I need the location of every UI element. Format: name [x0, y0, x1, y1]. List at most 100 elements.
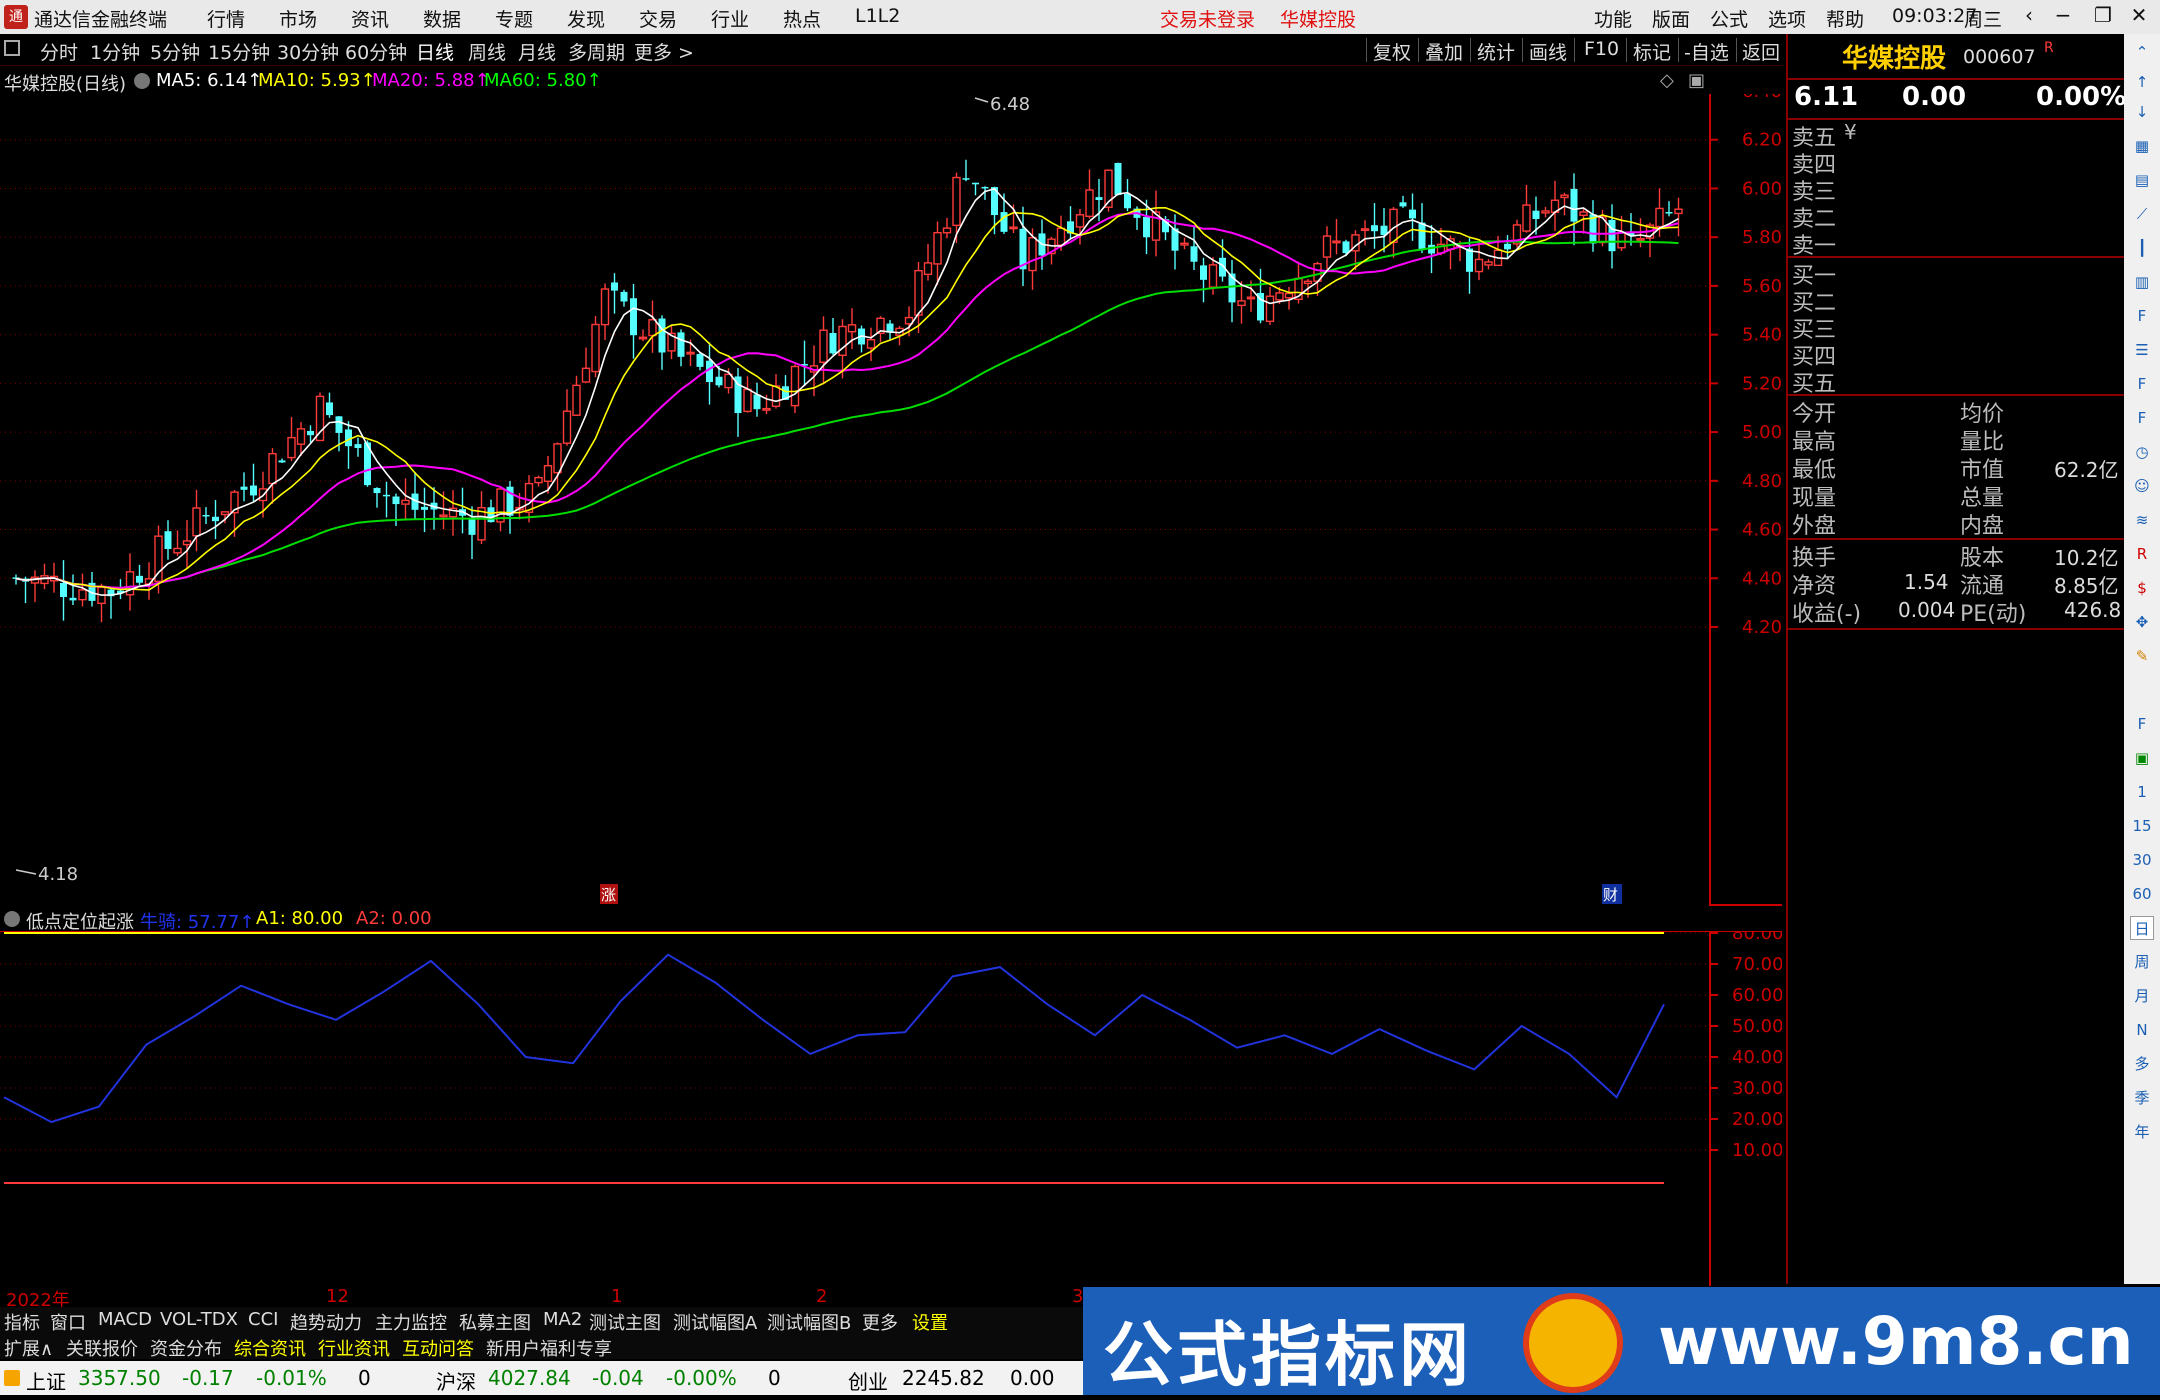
tab-monthly[interactable]: 月线: [518, 38, 556, 65]
tool-huaxian[interactable]: 画线: [1529, 38, 1567, 65]
back-icon[interactable]: ‹: [2014, 3, 2044, 27]
menu-item-shichang[interactable]: 市场: [279, 5, 317, 32]
candlestick-chart[interactable]: 6.40 6.20 6.00 5.80 5.60 5.40 5.20 5.00 4.80 4.60…: [0, 94, 1782, 906]
menu-item-faxian[interactable]: 发现: [567, 5, 605, 32]
fs-icon[interactable]: F: [2130, 712, 2154, 736]
index-sh-name[interactable]: 上证: [26, 1366, 66, 1395]
image-icon[interactable]: ▣: [2130, 746, 2154, 770]
menu-item-hangye[interactable]: 行业: [711, 5, 749, 32]
tab-1min[interactable]: 1分钟: [90, 38, 140, 65]
menu-item-hangqing[interactable]: 行情: [207, 5, 245, 32]
index-hs-name[interactable]: 沪深: [436, 1366, 476, 1395]
status-indicator-icon[interactable]: [4, 1370, 20, 1386]
menu-item-l1l2[interactable]: L1L2: [855, 5, 900, 27]
period-multi[interactable]: 多: [2130, 1052, 2154, 1076]
menu-item-gongshi[interactable]: 公式: [1710, 5, 1748, 32]
tab-more[interactable]: 更多 >: [634, 38, 694, 65]
indicator-settings-icon[interactable]: [4, 911, 20, 927]
tool-f10[interactable]: F10: [1584, 38, 1619, 60]
restore-icon[interactable]: ❐: [2088, 3, 2118, 27]
menu-item-gongneng[interactable]: 功能: [1594, 5, 1632, 32]
tab-60min[interactable]: 60分钟: [345, 38, 407, 65]
f10-icon[interactable]: F: [2130, 304, 2154, 328]
indicator-chart[interactable]: 80.00 70.00 60.00 50.00 40.00 30.00 20.00 10.00: [0, 931, 1782, 1286]
period-60[interactable]: 60: [2130, 882, 2154, 906]
period-year[interactable]: 年: [2130, 1120, 2154, 1144]
tool-fanhui[interactable]: 返回: [1742, 38, 1780, 65]
arrow-down-icon[interactable]: ↓: [2130, 100, 2154, 124]
tab-fenshi[interactable]: 分时: [40, 38, 78, 65]
period-n[interactable]: N: [2130, 1018, 2154, 1042]
tab-macd[interactable]: MACD: [98, 1309, 152, 1330]
period-day[interactable]: 日: [2130, 916, 2154, 940]
tab-zonghe-zixun[interactable]: 综合资讯: [234, 1335, 306, 1361]
period-15[interactable]: 15: [2130, 814, 2154, 838]
menu-item-bangzhu[interactable]: 帮助: [1826, 5, 1864, 32]
tab-15min[interactable]: 15分钟: [208, 38, 270, 65]
menu-item-jiaoyi[interactable]: 交易: [639, 5, 677, 32]
tab-zijin[interactable]: 资金分布: [150, 1335, 222, 1361]
money-icon[interactable]: $: [2130, 576, 2154, 600]
login-notice[interactable]: 交易未登录: [1160, 5, 1255, 32]
settings-circle-icon[interactable]: [134, 73, 150, 89]
tool-fuquan[interactable]: 复权: [1373, 38, 1411, 65]
tab-shezhi[interactable]: 设置: [912, 1309, 948, 1335]
tab-ceshi-futu-b[interactable]: 测试幅图B: [767, 1309, 851, 1335]
tab-daily[interactable]: 日线: [416, 38, 454, 65]
arrow-up-icon[interactable]: ↑: [2130, 70, 2154, 94]
panel-toggle-icon[interactable]: ▣: [1688, 70, 1705, 91]
menu-item-zixun[interactable]: 资讯: [351, 5, 389, 32]
tab-qushi[interactable]: 趋势动力: [290, 1309, 362, 1335]
tab-ma2[interactable]: MA2: [543, 1309, 582, 1330]
candle-icon[interactable]: ┃: [2130, 236, 2154, 260]
share-icon[interactable]: ≋: [2130, 508, 2154, 532]
list-icon[interactable]: ☰: [2130, 338, 2154, 362]
sidebar-toggle-icon[interactable]: [4, 40, 20, 56]
tool-tongji[interactable]: 统计: [1477, 38, 1515, 65]
line-chart-icon[interactable]: ⟋: [2130, 202, 2154, 226]
menu-item-shuju[interactable]: 数据: [423, 5, 461, 32]
calendar-icon[interactable]: ▦: [2130, 134, 2154, 158]
tool-zixuan[interactable]: -自选: [1684, 38, 1729, 65]
rsi-icon[interactable]: R: [2130, 542, 2154, 566]
menu-item-xuanxiang[interactable]: 选项: [1768, 5, 1806, 32]
tab-5min[interactable]: 5分钟: [150, 38, 200, 65]
tab-30min[interactable]: 30分钟: [277, 38, 339, 65]
tab-vol-tdx[interactable]: VOL-TDX: [160, 1309, 238, 1330]
f2-icon[interactable]: F: [2130, 406, 2154, 430]
tab-cci[interactable]: CCI: [248, 1309, 278, 1330]
period-month[interactable]: 月: [2130, 984, 2154, 1008]
tab-simu[interactable]: 私募主图: [459, 1309, 531, 1335]
menu-item-redian[interactable]: 热点: [783, 5, 821, 32]
tab-zhuli[interactable]: 主力监控: [375, 1309, 447, 1335]
menu-item-zhuanti[interactable]: 专题: [495, 5, 533, 32]
tab-xinyonghu[interactable]: 新用户福利专享: [486, 1335, 612, 1361]
tab-weekly[interactable]: 周线: [468, 38, 506, 65]
chevron-up-icon[interactable]: ⌃: [2130, 40, 2154, 64]
tab-chuangkou[interactable]: 窗口: [50, 1309, 86, 1335]
diamond-icon[interactable]: ◇: [1660, 70, 1674, 91]
tab-kuozhan[interactable]: 扩展∧: [4, 1335, 53, 1361]
news-icon[interactable]: ▥: [2130, 270, 2154, 294]
close-icon[interactable]: ✕: [2124, 3, 2154, 27]
minimize-icon[interactable]: −: [2048, 3, 2078, 27]
tab-ceshi-zhutu[interactable]: 测试主图: [589, 1309, 661, 1335]
people-icon[interactable]: ☺: [2130, 474, 2154, 498]
period-season[interactable]: 季: [2130, 1086, 2154, 1110]
index-cy-name[interactable]: 创业: [848, 1366, 888, 1395]
move-icon[interactable]: ✥: [2130, 610, 2154, 634]
pencil-icon[interactable]: ✎: [2130, 644, 2154, 668]
menu-item-banmian[interactable]: 版面: [1652, 5, 1690, 32]
clock-icon[interactable]: ◷: [2130, 440, 2154, 464]
tab-gengduo[interactable]: 更多: [862, 1309, 898, 1335]
period-week[interactable]: 周: [2130, 950, 2154, 974]
period-30[interactable]: 30: [2130, 848, 2154, 872]
f1-icon[interactable]: F: [2130, 372, 2154, 396]
tool-diejia[interactable]: 叠加: [1425, 38, 1463, 65]
tab-zhibiao[interactable]: 指标: [4, 1309, 40, 1335]
tab-ceshi-futu-a[interactable]: 测试幅图A: [673, 1309, 757, 1335]
tool-biaoji[interactable]: 标记: [1633, 38, 1671, 65]
table-icon[interactable]: ▤: [2130, 168, 2154, 192]
tab-hudong[interactable]: 互动问答: [402, 1335, 474, 1361]
period-1[interactable]: 1: [2130, 780, 2154, 804]
